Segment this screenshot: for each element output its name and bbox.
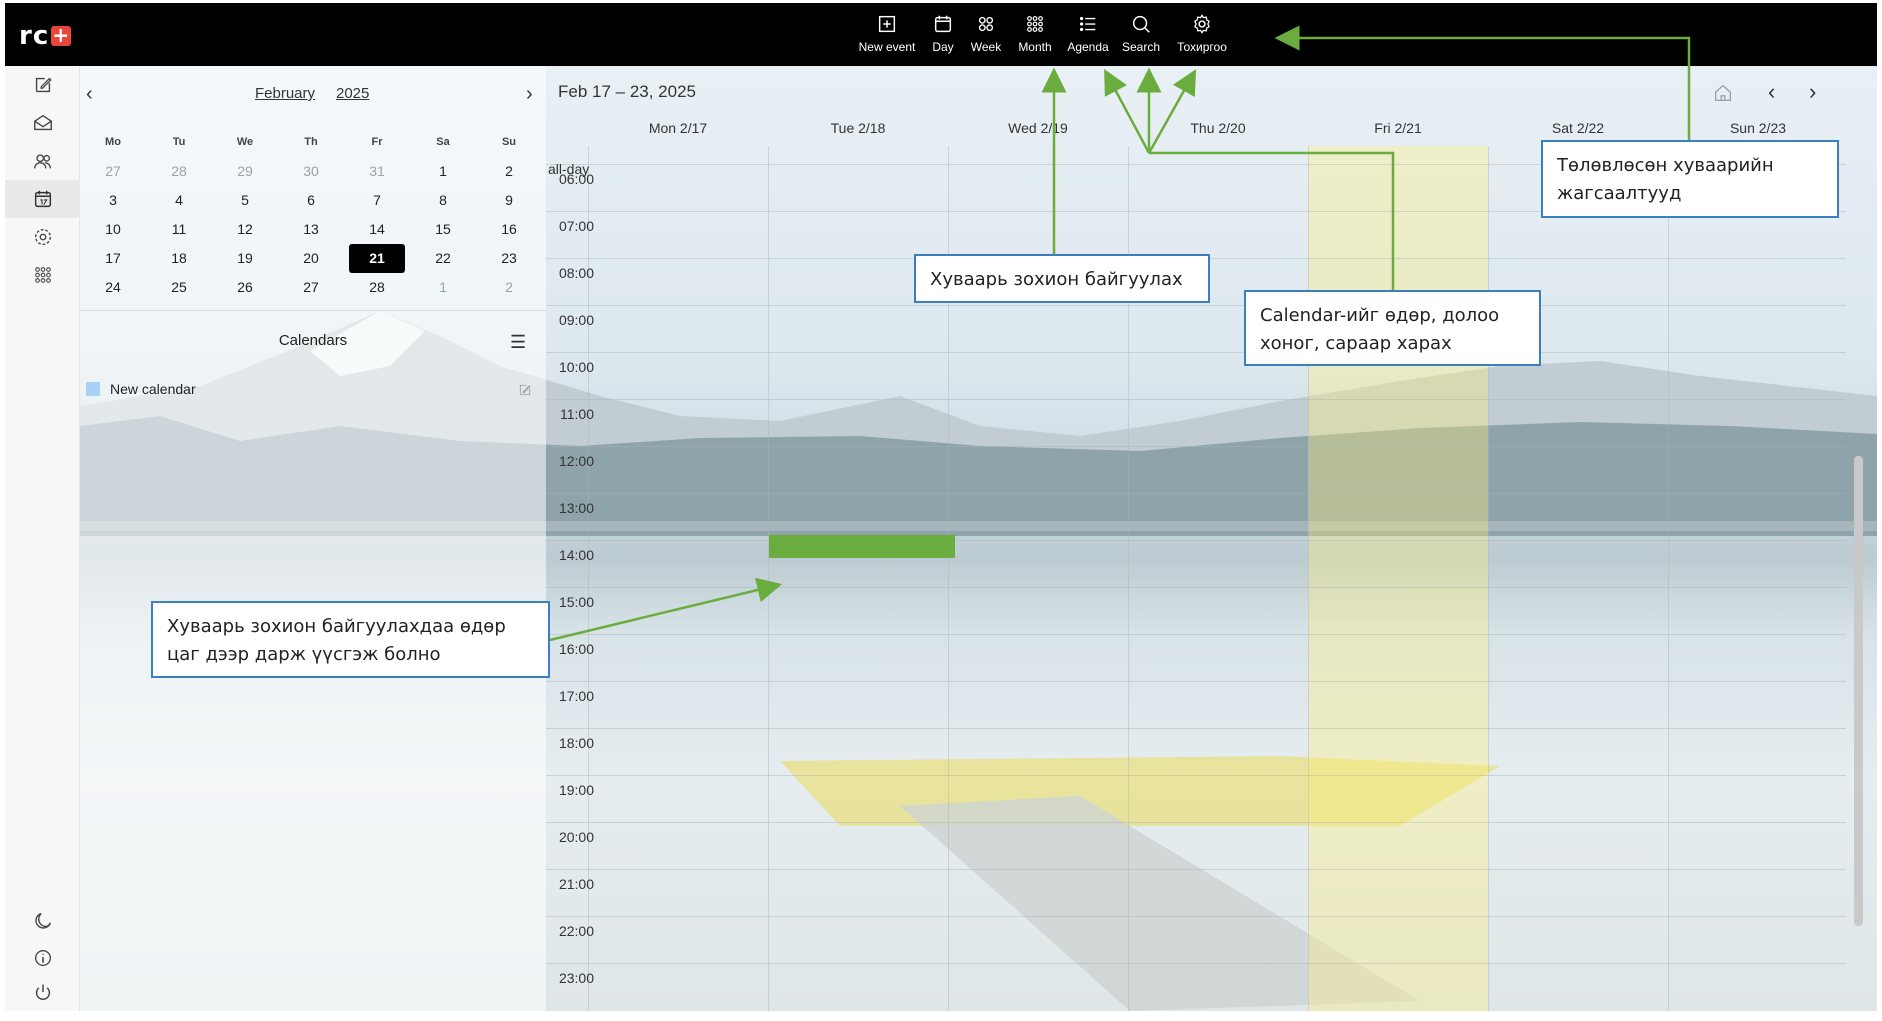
callout-agenda: Төлөвлөсөн хуваарийн жагсаалтууд <box>1541 140 1839 218</box>
callout-new-event-text: Хуваарь зохион байгуулах <box>930 269 1183 290</box>
callout-views-line1: Calendar-ийг өдөр, долоо <box>1260 305 1500 326</box>
arrow-agenda <box>1274 25 1691 140</box>
arrow-create-slot <box>549 577 783 642</box>
callout-new-event: Хуваарь зохион байгуулах <box>914 254 1210 303</box>
callout-views-line2: хоног, сараар харах <box>1260 333 1452 354</box>
callout-create-line2: цаг дээр дарж үүсгэж болно <box>167 644 441 665</box>
callout-agenda-line2: жагсаалтууд <box>1557 183 1682 204</box>
callout-create-line1: Хуваарь зохион байгуулахдаа өдөр <box>167 616 506 637</box>
arrow-month <box>1147 69 1197 154</box>
arrow-day <box>1104 68 1151 154</box>
callout-views: Calendar-ийг өдөр, долоо хоног, сараар х… <box>1244 290 1541 366</box>
callout-agenda-line1: Төлөвлөсөн хуваарийн <box>1557 155 1774 176</box>
callout-create-event: Хуваарь зохион байгуулахдаа өдөр цаг дээ… <box>151 601 550 678</box>
